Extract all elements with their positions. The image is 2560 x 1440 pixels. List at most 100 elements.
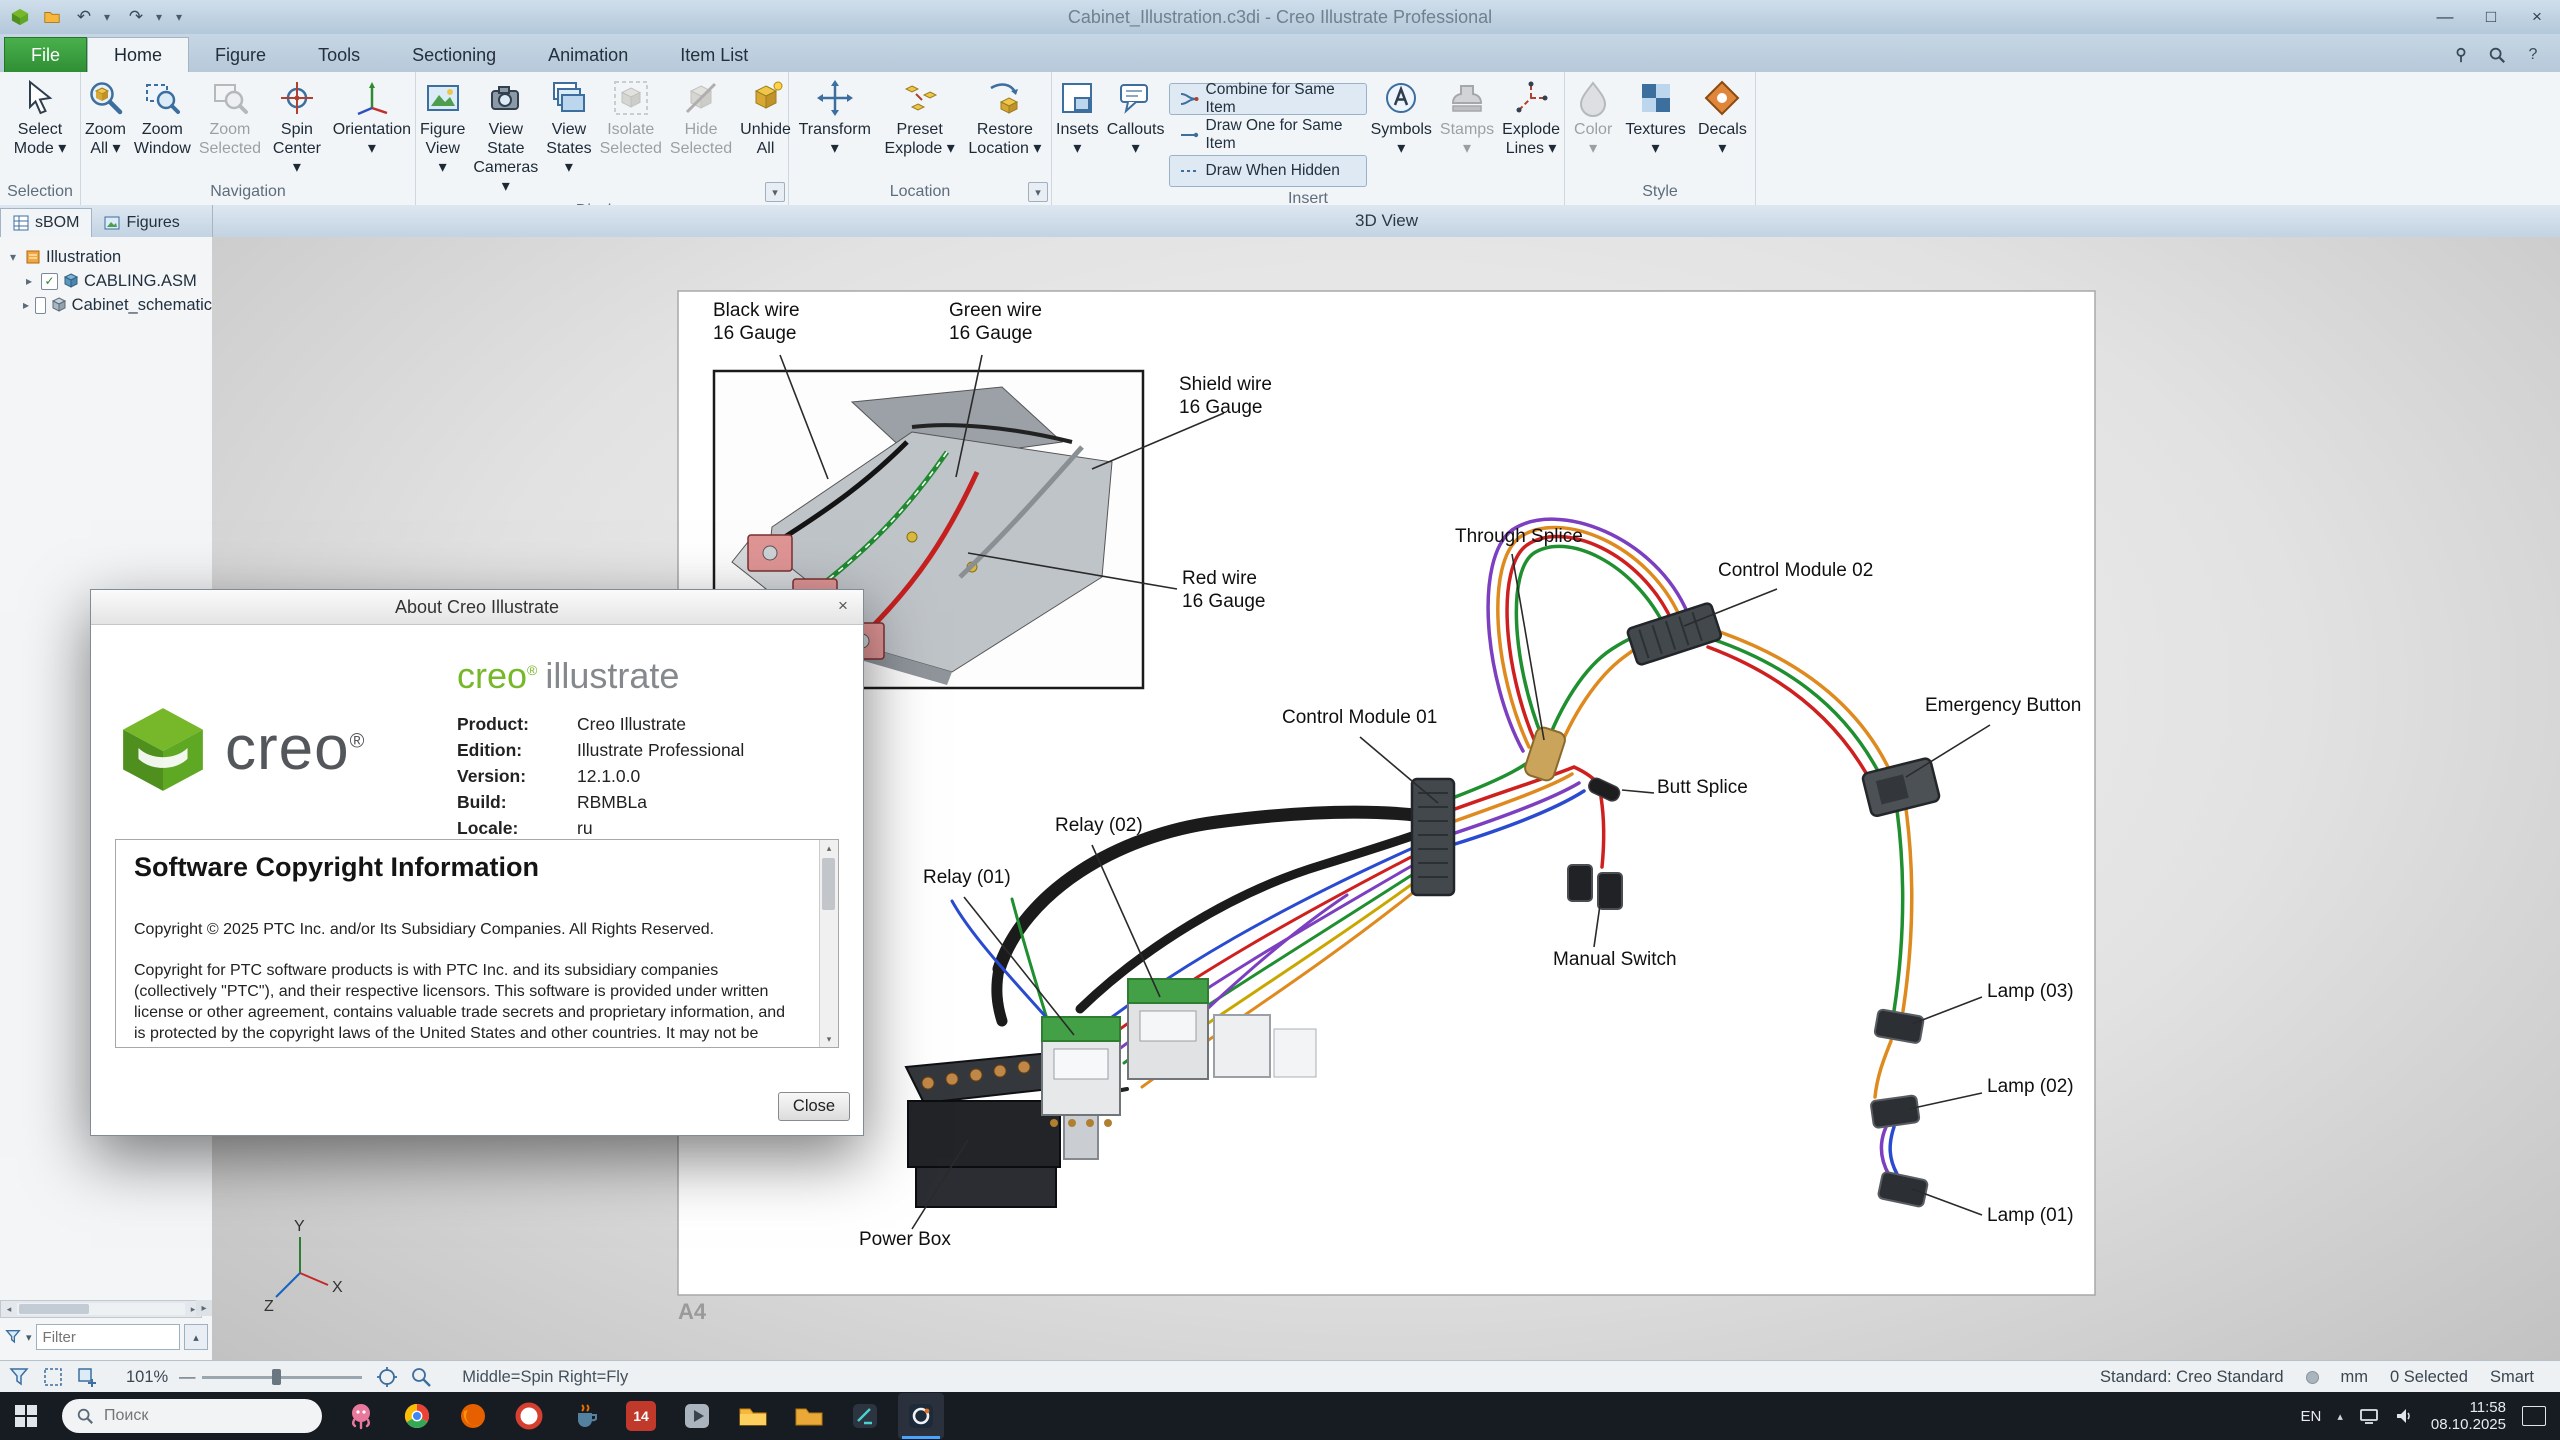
filter-funnel-icon[interactable]: [4, 1328, 22, 1346]
language-indicator[interactable]: EN: [2301, 1408, 2322, 1425]
dialog-title-bar[interactable]: About Creo Illustrate ×: [91, 590, 863, 625]
minimize-button[interactable]: —: [2422, 1, 2468, 34]
redo-icon[interactable]: ↷: [124, 5, 148, 29]
units-label[interactable]: mm: [2341, 1368, 2369, 1387]
octopus-app-icon[interactable]: [338, 1393, 384, 1439]
draw-when-hidden-toggle[interactable]: Draw When Hidden: [1169, 155, 1367, 187]
symbols-button[interactable]: Symbols ▾: [1367, 75, 1436, 161]
zoom-out-icon[interactable]: —: [178, 1368, 196, 1387]
app-14-icon[interactable]: 14: [618, 1393, 664, 1439]
snap-mode[interactable]: Smart: [2490, 1368, 2534, 1387]
decals-button[interactable]: Decals ▾: [1694, 75, 1751, 161]
checkbox-checked[interactable]: ✓: [41, 273, 58, 290]
taskbar-search[interactable]: [62, 1399, 322, 1433]
java-app-icon[interactable]: [562, 1393, 608, 1439]
filter-input[interactable]: [36, 1324, 180, 1350]
browser-app-icon[interactable]: [506, 1393, 552, 1439]
close-button[interactable]: ×: [2514, 1, 2560, 34]
panel-collapse-icon[interactable]: ▴: [184, 1324, 208, 1350]
explode-lines-button[interactable]: Explode Lines ▾: [1498, 75, 1564, 161]
file-explorer-icon[interactable]: [730, 1393, 776, 1439]
open-file-icon[interactable]: [40, 5, 64, 29]
search-icon[interactable]: [2486, 44, 2508, 66]
color-button[interactable]: Color ▾: [1569, 75, 1617, 161]
zoom-all-button[interactable]: Zoom All ▾: [81, 75, 130, 161]
tab-animation[interactable]: Animation: [522, 38, 654, 72]
folder-app-icon[interactable]: [786, 1393, 832, 1439]
unhide-all-button[interactable]: Unhide All: [736, 75, 795, 161]
tree-item-cabling-asm[interactable]: ▸ ✓ CABLING.ASM: [0, 269, 212, 293]
panel-horizontal-scrollbar[interactable]: ◂ ▸: [0, 1300, 202, 1318]
zoom-region-icon[interactable]: [406, 1363, 436, 1391]
dialog-close-icon[interactable]: ×: [829, 594, 857, 618]
view-states-button[interactable]: View States ▾: [542, 75, 595, 180]
select-filter-icon[interactable]: [4, 1363, 34, 1391]
taskbar-clock[interactable]: 11:58 08.10.2025: [2431, 1399, 2506, 1433]
copyright-box[interactable]: Software Copyright Information Copyright…: [115, 839, 839, 1048]
chrome-app-icon[interactable]: [394, 1393, 440, 1439]
help-icon[interactable]: ?: [2522, 44, 2544, 66]
scroll-left-icon[interactable]: ◂: [1, 1302, 17, 1316]
panel-expand-icon[interactable]: ▸: [196, 1300, 212, 1316]
tab-sbom[interactable]: sBOM: [0, 208, 92, 237]
fit-view-icon[interactable]: [372, 1363, 402, 1391]
expand-icon[interactable]: ▸: [22, 274, 36, 288]
zoom-selected-button[interactable]: Zoom Selected: [195, 75, 265, 161]
hidden-icons-chevron[interactable]: ▴: [2337, 1410, 2343, 1423]
spin-center-button[interactable]: Spin Center ▾: [265, 75, 329, 180]
restore-location-button[interactable]: Restore Location ▾: [964, 75, 1045, 161]
tree-item-illustration[interactable]: ▾ Illustration: [0, 245, 212, 269]
tab-home[interactable]: Home: [87, 37, 189, 72]
scroll-down-icon[interactable]: ▾: [820, 1031, 838, 1047]
undo-icon[interactable]: ↶: [72, 5, 96, 29]
utility-app-icon[interactable]: [842, 1393, 888, 1439]
hide-selected-button[interactable]: Hide Selected: [666, 75, 736, 161]
checkbox-unchecked[interactable]: [35, 297, 46, 314]
orientation-button[interactable]: Orientation ▾: [329, 75, 415, 161]
box-select-icon[interactable]: [38, 1363, 68, 1391]
tab-tools[interactable]: Tools: [292, 38, 386, 72]
taskbar-search-input[interactable]: [102, 1406, 256, 1426]
standard-label[interactable]: Standard: Creo Standard: [2100, 1368, 2283, 1387]
tree-item-cabinet-schematic[interactable]: ▸ Cabinet_schematic: [0, 293, 212, 317]
tab-sectioning[interactable]: Sectioning: [386, 38, 522, 72]
draw-one-for-same-item-toggle[interactable]: Draw One for Same Item: [1169, 119, 1367, 151]
firefox-app-icon[interactable]: [450, 1393, 496, 1439]
network-icon[interactable]: [2359, 1406, 2379, 1426]
zoom-window-button[interactable]: Zoom Window: [130, 75, 195, 161]
tab-figure[interactable]: Figure: [189, 38, 292, 72]
preset-explode-button[interactable]: Preset Explode ▾: [881, 75, 959, 161]
volume-icon[interactable]: [2395, 1406, 2415, 1426]
zoom-slider[interactable]: [202, 1367, 362, 1387]
expand-icon[interactable]: ▸: [22, 298, 30, 312]
start-button[interactable]: [0, 1392, 52, 1440]
figure-view-button[interactable]: Figure View ▾: [416, 75, 469, 180]
transform-button[interactable]: Transform ▾: [795, 75, 875, 161]
callouts-button[interactable]: Callouts ▾: [1103, 75, 1169, 161]
scroll-up-icon[interactable]: ▴: [820, 840, 838, 856]
select-mode-button[interactable]: Select Mode ▾: [10, 75, 71, 161]
undo-dropdown-icon[interactable]: ▾: [104, 10, 116, 24]
maximize-button[interactable]: □: [2468, 1, 2514, 34]
scrollbar-thumb[interactable]: [822, 858, 835, 910]
stamps-button[interactable]: Stamps ▾: [1436, 75, 1498, 161]
textures-button[interactable]: Textures ▾: [1621, 75, 1689, 161]
notification-center-icon[interactable]: [2522, 1406, 2546, 1426]
tab-item-list[interactable]: Item List: [654, 38, 774, 72]
display-dialog-launcher-icon[interactable]: ▾: [765, 182, 785, 202]
combine-for-same-item-toggle[interactable]: Combine for Same Item: [1169, 83, 1367, 115]
creo-illustrate-app-icon[interactable]: [898, 1393, 944, 1439]
location-dialog-launcher-icon[interactable]: ▾: [1028, 182, 1048, 202]
tab-file[interactable]: File: [4, 37, 87, 72]
isolate-selected-button[interactable]: Isolate Selected: [596, 75, 666, 161]
insets-button[interactable]: Insets ▾: [1052, 75, 1103, 161]
tab-figures[interactable]: Figures: [92, 209, 191, 237]
customize-qat-icon[interactable]: ▾: [176, 10, 188, 24]
scroll-thumb[interactable]: [19, 1304, 89, 1314]
close-button[interactable]: Close: [778, 1092, 850, 1121]
view-state-cameras-button[interactable]: View State Cameras ▾: [469, 75, 542, 199]
collapse-icon[interactable]: ▾: [6, 250, 20, 264]
add-select-icon[interactable]: [72, 1363, 102, 1391]
pin-ribbon-icon[interactable]: [2450, 44, 2472, 66]
media-app-icon[interactable]: [674, 1393, 720, 1439]
